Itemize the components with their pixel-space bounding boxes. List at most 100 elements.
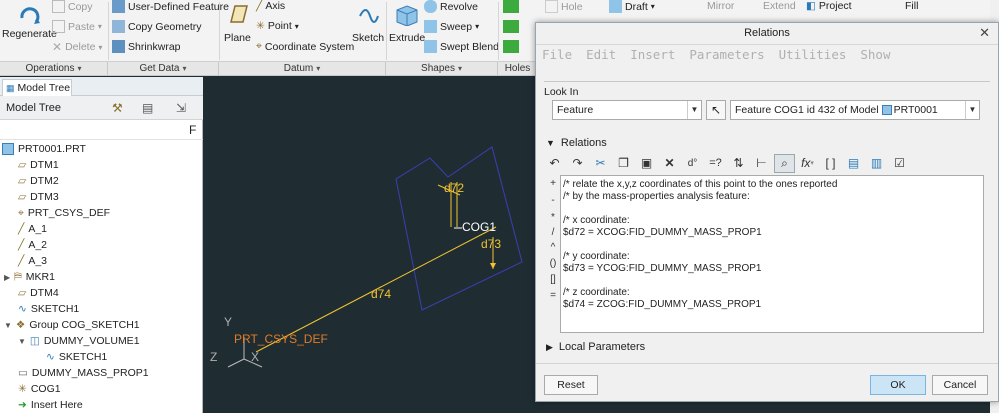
- draft-button[interactable]: Draft ▾: [609, 0, 655, 13]
- tree-item-group-cog-sketch1[interactable]: ▼ ❖ Group COG_SKETCH1: [4, 317, 140, 333]
- graphics-window[interactable]: Y X Z PRT_CSYS_DEF d74 d72 d73 COG1: [204, 77, 535, 413]
- tree-item-dummy-volume1[interactable]: ▼ ◫ DUMMY_VOLUME1: [18, 333, 140, 349]
- tree-item-a3[interactable]: ╱ A_3: [18, 253, 47, 269]
- close-icon[interactable]: ✕: [979, 25, 990, 41]
- local-parameters-section-header[interactable]: ▶ Local Parameters: [546, 341, 645, 353]
- tree-settings-icon[interactable]: ⚒: [112, 101, 123, 115]
- user-defined-feature-button[interactable]: User-Defined Feature: [112, 0, 229, 13]
- tree-item-dummy-mass-prop1[interactable]: ▭ DUMMY_MASS_PROP1: [18, 365, 149, 381]
- insert-multiply-button[interactable]: *: [546, 212, 560, 223]
- delete-button[interactable]: ✕ Delete ▾: [52, 40, 102, 54]
- paste-button[interactable]: ▣: [636, 154, 657, 173]
- insert-parameter-button[interactable]: ▤: [843, 154, 864, 173]
- tree-item-a1[interactable]: ╱ A_1: [18, 221, 47, 237]
- search-button[interactable]: ⌕: [774, 153, 795, 173]
- sweep-button[interactable]: Sweep ▾: [424, 20, 479, 33]
- relations-editor[interactable]: /* relate the x,y,z coordinates of this …: [560, 175, 984, 333]
- menu-edit[interactable]: Edit: [586, 47, 616, 67]
- regenerate-button[interactable]: Regenerate: [2, 0, 57, 40]
- fill-button[interactable]: Fill: [905, 0, 918, 12]
- insert-power-button[interactable]: ^: [546, 242, 560, 253]
- plane-button[interactable]: Plane: [224, 2, 251, 44]
- swept-blend-button[interactable]: Swept Blend: [424, 40, 499, 53]
- shrinkwrap-button[interactable]: Shrinkwrap: [112, 40, 181, 53]
- expand-arrow-icon[interactable]: ▶: [4, 273, 10, 282]
- delete-button[interactable]: ✕: [659, 154, 680, 173]
- cut-button[interactable]: ✂: [590, 154, 611, 173]
- menu-insert[interactable]: Insert: [630, 47, 675, 67]
- paste-button[interactable]: Paste ▾: [52, 20, 102, 33]
- reset-button[interactable]: Reset: [544, 375, 598, 395]
- menu-show[interactable]: Show: [860, 47, 890, 67]
- holes-tool-1[interactable]: [503, 0, 519, 13]
- revolve-button[interactable]: Revolve: [424, 0, 478, 13]
- csys-label[interactable]: PRT_CSYS_DEF: [234, 332, 328, 346]
- coordinate-system-button[interactable]: ⌖ Coordinate System: [256, 40, 354, 53]
- tree-item-insert-here[interactable]: ➜ Insert Here: [18, 397, 83, 413]
- insert-brackets-button[interactable]: [ ]: [820, 154, 841, 173]
- group-shapes[interactable]: Shapes ▾: [386, 62, 498, 76]
- project-button[interactable]: ◧ Project: [806, 0, 852, 12]
- group-holes[interactable]: Holes: [498, 62, 538, 76]
- extend-button[interactable]: Extend: [763, 0, 796, 12]
- point-button[interactable]: ✳ Point ▾: [256, 20, 299, 32]
- collapse-arrow-icon[interactable]: ▼: [18, 337, 26, 346]
- tree-item-dtm4[interactable]: ▱ DTM4: [18, 285, 59, 301]
- cancel-button[interactable]: Cancel: [932, 375, 988, 395]
- menu-file[interactable]: File: [542, 47, 572, 67]
- tree-item-cog1[interactable]: ✳ COG1: [18, 381, 61, 397]
- axis-button[interactable]: ╱ Axis: [256, 0, 285, 12]
- undo-button[interactable]: ↶: [544, 154, 565, 173]
- insert-equals-button[interactable]: =: [546, 290, 560, 301]
- sort-button[interactable]: ⇅: [728, 154, 749, 173]
- tree-filter-icon[interactable]: ▤: [142, 101, 153, 115]
- ok-button[interactable]: OK: [870, 375, 926, 395]
- collapse-arrow-icon[interactable]: ▼: [4, 321, 12, 330]
- tab-model-tree[interactable]: ▦ Model Tree: [2, 79, 72, 96]
- tree-item-dtm1[interactable]: ▱ DTM1: [18, 157, 59, 173]
- tree-item-prt-csys-def[interactable]: ⌖ PRT_CSYS_DEF: [18, 205, 110, 221]
- tree-show-icon[interactable]: ⇲: [176, 101, 186, 115]
- insert-parentheses-button[interactable]: (): [546, 258, 560, 269]
- dimension-d73-label[interactable]: d73: [481, 237, 501, 251]
- copy-button[interactable]: ❐: [613, 154, 634, 173]
- holes-tool-3[interactable]: [503, 40, 519, 53]
- check-button[interactable]: ☑: [889, 154, 910, 173]
- copy-button[interactable]: Copy: [52, 0, 93, 13]
- show-dimensions-button[interactable]: ▥: [866, 154, 887, 173]
- tree-item-mkr1[interactable]: ▶ ⛿ MKR1: [4, 269, 55, 285]
- sketch-button[interactable]: Sketch: [352, 2, 384, 44]
- group-datum[interactable]: Datum ▾: [219, 62, 386, 76]
- look-in-type-select[interactable]: Feature ▼: [552, 100, 702, 120]
- switch-dimension-button[interactable]: d°: [682, 154, 703, 173]
- copy-geometry-button[interactable]: Copy Geometry: [112, 20, 202, 33]
- tree-item-part[interactable]: PRT0001.PRT: [2, 141, 86, 157]
- group-operations[interactable]: Operations ▾: [0, 62, 108, 76]
- mirror-button[interactable]: Mirror: [707, 0, 734, 12]
- tree-item-dtm3[interactable]: ▱ DTM3: [18, 189, 59, 205]
- insert-minus-button[interactable]: -: [546, 195, 560, 206]
- extrude-button[interactable]: Extrude: [389, 2, 425, 44]
- tree-item-sketch1[interactable]: ∿ SKETCH1: [18, 301, 79, 317]
- menu-parameters[interactable]: Parameters: [689, 47, 764, 67]
- insert-plus-button[interactable]: +: [546, 178, 560, 189]
- insert-square-brackets-button[interactable]: []: [546, 274, 560, 285]
- redo-button[interactable]: ↷: [567, 154, 588, 173]
- menu-utilities[interactable]: Utilities: [779, 47, 847, 67]
- tree-item-sketch1-child[interactable]: ∿ SKETCH1: [46, 349, 107, 365]
- hole-button[interactable]: Hole: [545, 0, 583, 13]
- cog-point-label[interactable]: COG1: [462, 220, 496, 234]
- verify-button[interactable]: ⊢: [751, 154, 772, 173]
- tree-item-dtm2[interactable]: ▱ DTM2: [18, 173, 59, 189]
- relations-section-header[interactable]: ▼ Relations: [546, 137, 607, 149]
- evaluate-button[interactable]: =?: [705, 154, 726, 173]
- dimension-d74-label[interactable]: d74: [371, 287, 391, 301]
- tree-item-a2[interactable]: ╱ A_2: [18, 237, 47, 253]
- insert-divide-button[interactable]: /: [546, 227, 560, 238]
- group-get-data[interactable]: Get Data ▾: [108, 62, 219, 76]
- select-feature-button[interactable]: ↖: [706, 100, 726, 120]
- holes-tool-2[interactable]: [503, 20, 519, 33]
- look-in-feature-select[interactable]: Feature COG1 id 432 of Model PRT0001 ▼: [730, 100, 980, 120]
- dimension-d72-label[interactable]: d72: [444, 181, 464, 195]
- insert-function-button[interactable]: fx ▾: [797, 154, 818, 173]
